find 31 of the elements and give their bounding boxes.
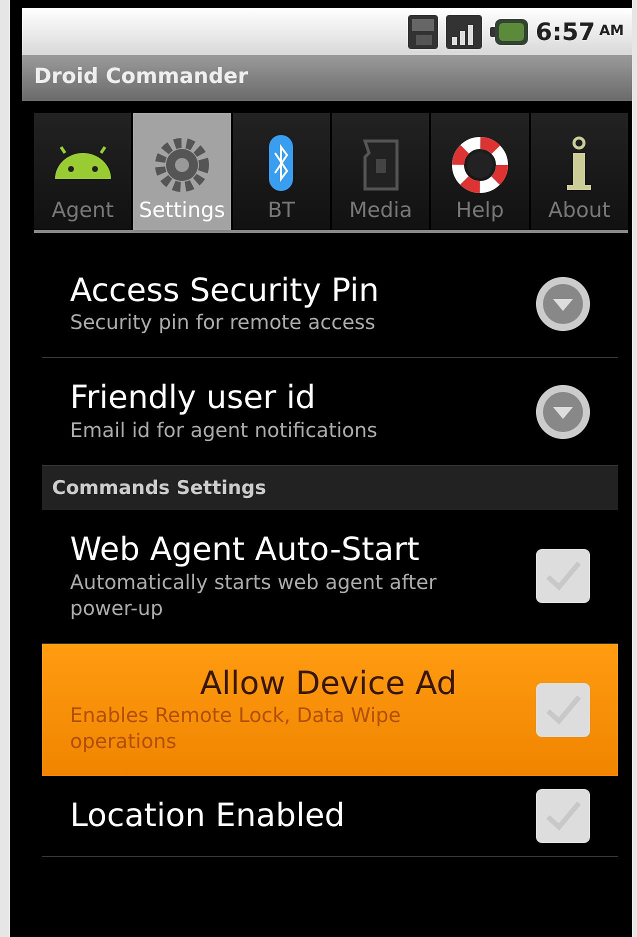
tab[interactable]: Help bbox=[431, 113, 529, 230]
signal-icon bbox=[446, 14, 482, 48]
dropdown-icon[interactable] bbox=[534, 382, 592, 441]
preference-title: Friendly user id bbox=[70, 378, 317, 417]
preference-title: Allow Device Ad bbox=[199, 664, 458, 702]
preference-row[interactable]: Allow Device Ad Enables Remote Lock, Data Wipe operations bbox=[42, 644, 618, 776]
preference-row[interactable]: Access Security Pin Security pin for remote access bbox=[42, 251, 618, 358]
preference-summary: Automatically starts web agent after power-up bbox=[70, 568, 438, 621]
section-header: Commands Settings bbox=[42, 466, 618, 510]
preference-title: Location Enabled bbox=[70, 796, 346, 834]
clock-time: 6:57 bbox=[536, 16, 596, 48]
clock-period: AM bbox=[599, 22, 624, 41]
tab[interactable]: Agent bbox=[34, 113, 132, 230]
checkbox[interactable] bbox=[534, 787, 592, 846]
preference-row[interactable]: Web Agent Auto-Start Automatically starts web agent after power-up bbox=[42, 510, 618, 644]
title-bar: Droid Commander bbox=[22, 55, 632, 101]
preference-row[interactable]: Location Enabled bbox=[42, 776, 618, 858]
tab[interactable]: Media bbox=[332, 113, 430, 230]
tab[interactable]: BT bbox=[232, 113, 330, 230]
preference-summary: Security pin for remote access bbox=[70, 309, 376, 336]
preference-summary: Email id for agent notifications bbox=[70, 416, 378, 443]
preference-row[interactable]: Friendly user id Email id for agent notifications bbox=[42, 358, 618, 466]
tab[interactable]: Settings bbox=[133, 113, 231, 230]
dropdown-icon[interactable] bbox=[534, 275, 592, 334]
tab[interactable]: About bbox=[530, 113, 628, 230]
checkbox[interactable] bbox=[534, 680, 592, 739]
preference-title: Web Agent Auto-Start bbox=[70, 530, 420, 569]
preference-summary: Enables Remote Lock, Data Wipe operations bbox=[70, 702, 402, 754]
checkbox[interactable] bbox=[534, 547, 592, 606]
battery-icon bbox=[490, 18, 528, 44]
preference-title: Access Security Pin bbox=[70, 271, 380, 310]
